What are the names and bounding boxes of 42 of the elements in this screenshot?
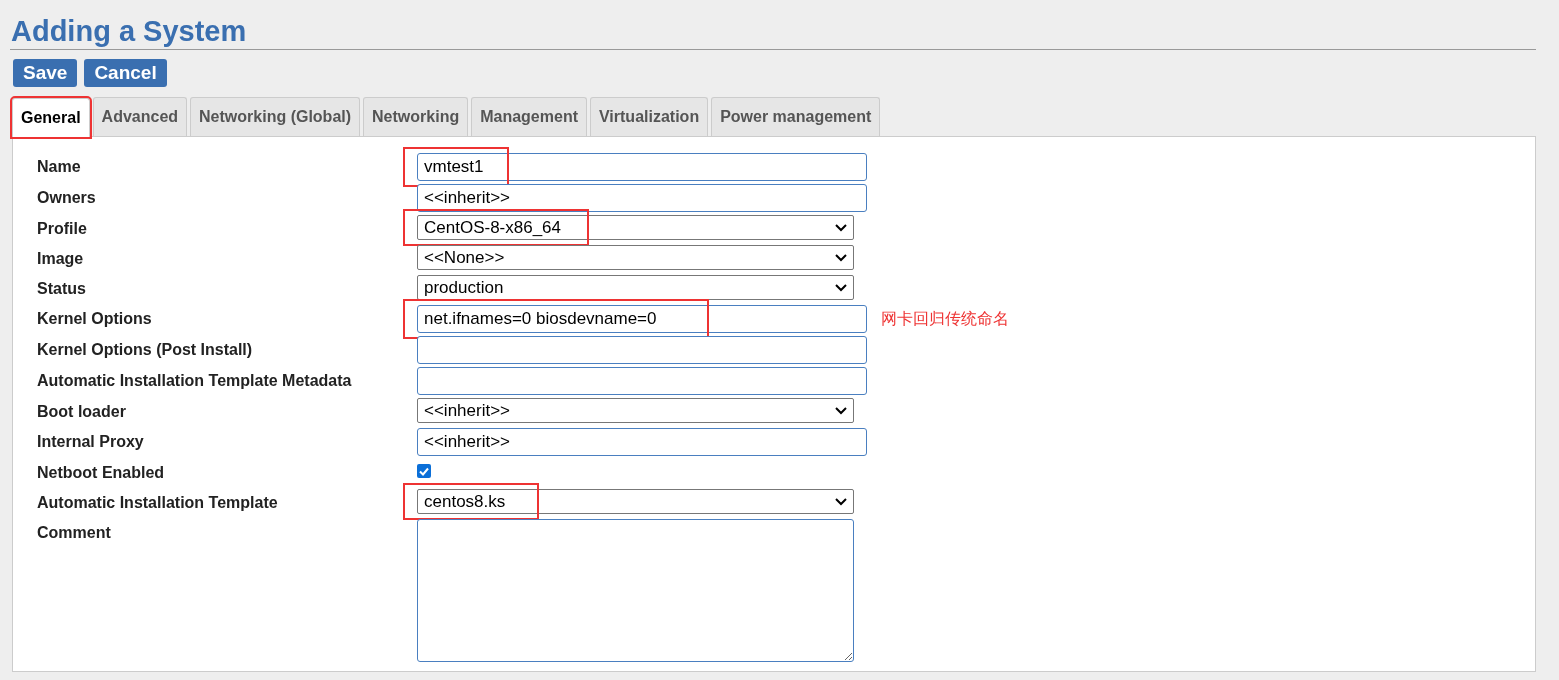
field-label: Image (37, 249, 85, 269)
chevron-down-icon (835, 406, 847, 415)
text-field[interactable] (417, 367, 867, 395)
field-label: Internal Proxy (37, 432, 145, 452)
field-label: Status (37, 279, 87, 299)
field-label: Kernel Options (37, 309, 153, 329)
tab[interactable]: General (12, 98, 90, 137)
text-field[interactable]: <<inherit>> (417, 184, 867, 212)
field-label: Owners (37, 188, 97, 208)
field-label: Boot loader (37, 402, 127, 422)
tab[interactable]: Networking (Global) (190, 97, 361, 136)
cancel-button[interactable]: Cancel (84, 59, 167, 87)
tab[interactable]: Virtualization (590, 97, 709, 136)
save-button[interactable]: Save (13, 59, 78, 87)
annotation-note: 网卡回归传统命名 (881, 309, 1009, 329)
tab[interactable]: Networking (363, 97, 469, 136)
dropdown[interactable]: <<None>> (417, 245, 854, 270)
chevron-down-icon (835, 497, 847, 506)
dropdown[interactable]: production (417, 275, 854, 300)
comment-field[interactable] (417, 519, 854, 662)
field-label: Profile (37, 219, 88, 239)
field-label: Comment (37, 523, 112, 543)
field-label: Automatic Installation Template Metadata (37, 371, 353, 391)
tab[interactable]: Advanced (92, 97, 188, 136)
dropdown[interactable]: CentOS-8-x86_64 (417, 215, 854, 240)
text-field[interactable]: vmtest1 (417, 153, 867, 181)
dropdown[interactable]: <<inherit>> (417, 398, 854, 423)
field-label: Netboot Enabled (37, 463, 166, 483)
text-field[interactable]: <<inherit>> (417, 428, 867, 456)
text-field[interactable]: net.ifnames=0 biosdevname=0 (417, 305, 867, 333)
field-label: Name (37, 157, 82, 177)
text-field[interactable] (417, 336, 867, 364)
tab[interactable]: Power management (711, 97, 881, 136)
page-title: Adding a System (11, 14, 247, 48)
checkbox[interactable] (417, 464, 431, 478)
chevron-down-icon (835, 283, 847, 292)
chevron-down-icon (835, 253, 847, 262)
tab[interactable]: Management (471, 97, 587, 136)
dropdown[interactable]: centos8.ks (417, 489, 854, 514)
field-label: Automatic Installation Template (37, 493, 279, 513)
field-label: Kernel Options (Post Install) (37, 340, 254, 360)
chevron-down-icon (835, 223, 847, 232)
